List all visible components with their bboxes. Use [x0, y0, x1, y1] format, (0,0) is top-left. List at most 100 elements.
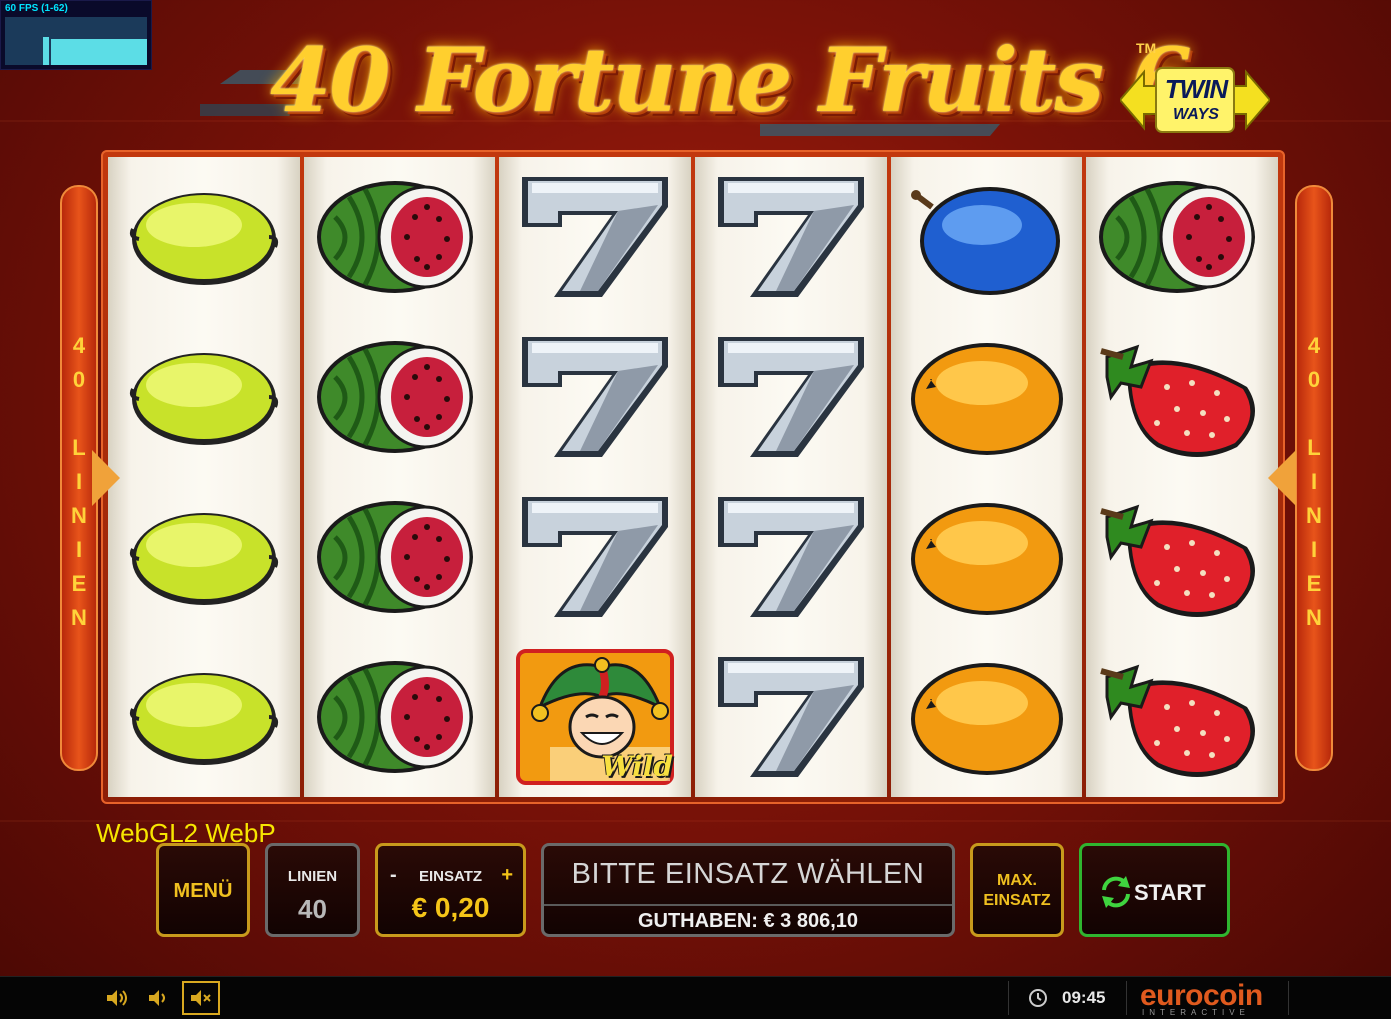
reels-area[interactable]: Wild — [108, 157, 1279, 797]
seven-icon — [522, 497, 669, 617]
side-letter: I — [1310, 469, 1318, 494]
reel-cell — [499, 157, 691, 317]
side-number: 4 0 — [62, 329, 96, 397]
reel-cell — [891, 157, 1083, 317]
menu-button[interactable]: MENÜ — [156, 843, 250, 937]
start-label: START — [1134, 880, 1206, 905]
side-digit: 4 — [72, 333, 86, 358]
watermelon-icon — [1099, 181, 1256, 293]
max-bet-button[interactable]: MAX. EINSATZ — [970, 843, 1064, 937]
reel-cell — [304, 157, 496, 317]
reel-cell — [108, 477, 300, 637]
watermelon-icon — [316, 501, 473, 613]
watermelon-icon — [316, 661, 473, 773]
reel-6 — [1086, 157, 1279, 797]
line-arrow-left-icon — [92, 450, 120, 506]
reel-cell — [304, 477, 496, 637]
reel-3: Wild — [499, 157, 692, 797]
plum-icon — [910, 187, 1060, 295]
twin-ways-badge: TWIN WAYS — [1118, 66, 1272, 134]
message-divider — [544, 904, 952, 906]
seven-icon — [522, 177, 669, 297]
bet-selector[interactable]: - EINSATZ + € 0,20 — [375, 843, 526, 937]
side-letter: L — [1307, 435, 1321, 460]
side-letter: E — [71, 571, 87, 596]
message-panel: BITTE EINSATZ WÄHLEN GUTHABEN: € 3 806,1… — [541, 843, 955, 937]
strawberry-icon — [1100, 344, 1256, 457]
side-letter: E — [1306, 571, 1322, 596]
side-digit: 4 — [1307, 333, 1321, 358]
side-digit: 0 — [1307, 367, 1321, 392]
brand-subtitle: INTERACTIVE — [1142, 1008, 1250, 1017]
reel-cell — [1086, 477, 1278, 637]
fps-graph-tick — [43, 37, 49, 65]
status-message: BITTE EINSATZ WÄHLEN — [571, 858, 925, 890]
side-letter: N — [71, 605, 87, 630]
strawberry-icon — [1100, 504, 1256, 617]
side-number: 4 0 — [1297, 329, 1331, 397]
reel-cell — [695, 317, 887, 477]
lemon-icon — [129, 193, 278, 285]
reel-cell — [695, 637, 887, 797]
reel-cell — [1086, 317, 1278, 477]
balance-display: GUTHABEN: € 3 806,10 — [637, 910, 859, 932]
bet-value: € 0,20 — [411, 892, 490, 923]
fps-graph — [5, 17, 147, 65]
side-letter: I — [1310, 537, 1318, 562]
speaker-wave-icon — [107, 990, 127, 1006]
orange-icon — [910, 503, 1063, 615]
reel-cell — [499, 477, 691, 637]
reel-cell — [108, 317, 300, 477]
side-digit: 0 — [72, 367, 86, 392]
fps-meter: 60 FPS (1-62) — [0, 0, 152, 70]
side-letter: L — [72, 435, 86, 460]
max-bet-label-line1: MAX. — [997, 872, 1037, 889]
side-word: L I N I E N — [62, 431, 96, 635]
lines-value: 40 — [298, 894, 327, 924]
reel-cell — [108, 637, 300, 797]
reel-cell — [695, 157, 887, 317]
seven-icon — [717, 337, 864, 457]
reel-cell — [108, 157, 300, 317]
wild-label: Wild — [601, 750, 674, 783]
clock-icon — [1029, 989, 1047, 1007]
watermelon-icon — [316, 181, 473, 293]
start-button[interactable]: START — [1079, 843, 1230, 937]
seven-icon — [522, 337, 669, 457]
reel-2 — [303, 157, 496, 797]
lemon-icon — [129, 513, 278, 605]
strawberry-icon — [1100, 664, 1256, 777]
reel-cell — [891, 637, 1083, 797]
reel-1 — [108, 157, 300, 797]
refresh-icon — [1102, 876, 1130, 908]
side-letter: I — [75, 537, 83, 562]
speaker-icon — [149, 990, 165, 1006]
mute-button[interactable] — [182, 981, 220, 1015]
seven-icon — [717, 657, 864, 777]
reel-cell — [304, 637, 496, 797]
system-bar: 09:45 eurocoin INTERACTIVE — [0, 976, 1391, 1019]
fps-label: 60 FPS (1-62) — [5, 3, 68, 14]
effects-volume-button[interactable] — [140, 981, 178, 1015]
line-arrow-right-icon — [1268, 450, 1296, 506]
game-title: 40 Fortune Fruits 6 — [270, 28, 1192, 132]
side-word: L I N I E N — [1297, 431, 1331, 635]
orange-icon — [910, 663, 1063, 775]
speaker-mute-icon — [191, 990, 211, 1006]
side-letter: N — [71, 503, 87, 528]
side-letter: N — [1306, 503, 1322, 528]
lines-display: LINIEN 40 — [265, 843, 360, 937]
lemon-icon — [129, 353, 278, 445]
orange-icon — [910, 343, 1063, 455]
lemon-icon — [129, 673, 278, 765]
bet-increase-button[interactable]: + — [501, 864, 513, 887]
reel-cell — [1086, 637, 1278, 797]
seven-icon — [717, 177, 864, 297]
fps-graph-fill — [51, 39, 147, 65]
divider — [1126, 981, 1127, 1015]
twin-ways-line1: TWIN — [1164, 74, 1228, 104]
reel-cell: Wild — [499, 637, 691, 797]
watermelon-icon — [316, 341, 473, 453]
music-volume-button[interactable] — [98, 981, 136, 1015]
reel-cell — [891, 477, 1083, 637]
